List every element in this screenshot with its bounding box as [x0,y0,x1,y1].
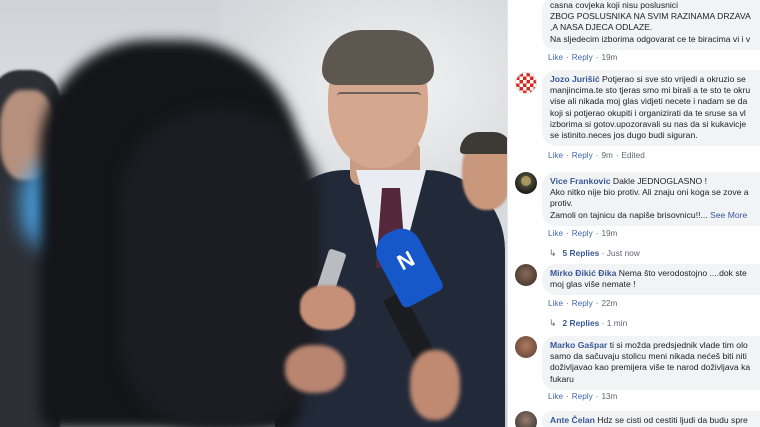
comment-text: Dakle JEDNOGLASNO ! [610,176,707,186]
reply-link[interactable]: Reply [572,299,593,308]
comment-text: Nema što verodostojno ....dok ste [616,268,747,278]
reply-link[interactable]: Reply [572,151,593,160]
comment-author[interactable]: Vice Frankovic [550,176,611,186]
see-more-link[interactable]: See More [710,210,747,220]
news-photo: VL N [0,0,507,427]
comment-text: samo da sačuvaju stolicu meni nikada neć… [550,351,747,362]
comment-text: Na sljedecim izborima odgovarat ce te bi… [550,33,751,44]
replies-count[interactable]: 5 Replies [563,248,600,258]
comment-text: izborima si gotov.upozoravali su nas da … [550,118,747,129]
comment-text: moj glas više nemate ! [550,279,636,290]
reporter-hand [285,345,345,393]
reply-link[interactable]: Reply [572,53,593,62]
comment-actions: Like · Reply · 22m [548,299,618,308]
view-replies[interactable]: ↳ 5 Replies · Just now [549,248,640,259]
comment-time[interactable]: 19m [601,53,617,62]
like-link[interactable]: Like [548,392,563,401]
avatar[interactable] [515,411,537,427]
comment-text: casna covjeka koji nisu poslusnici [550,0,679,10]
comment-actions: Like · Reply · 19m [548,229,618,238]
like-link[interactable]: Like [548,53,563,62]
comment-bubble: Jozo Jurišić Potjerao si sve sto vrijedi… [542,70,760,147]
like-link[interactable]: Like [548,229,563,238]
edited-label[interactable]: Edited [622,151,645,160]
avatar[interactable] [515,336,537,358]
comment-text: Hdz se cisti od cestiti ljudi da budu sp… [594,415,748,425]
comment-bubble: Marko Gašpar ti si možda predsjednik vla… [542,336,760,390]
comment-author[interactable]: Jozo Jurišić [550,74,600,84]
comment-bubble: Mirko Đikić Đika Nema što verodostojno .… [542,264,760,296]
comment-time[interactable]: 22m [601,299,617,308]
comment-text: manjincima.te sto tjeras smo mi birali a… [550,85,751,96]
comment-bubble: casna covjeka koji nisu poslusnici ZBOG … [542,0,760,50]
reporter-hand [300,285,355,330]
replies-count[interactable]: 2 Replies [563,318,600,328]
comment-text: doživljavao kao premijera više te narod … [550,362,751,373]
comment-author[interactable]: Ante Čelan [550,415,595,425]
replies-time: 1 min [606,318,628,328]
comment-actions: Like · Reply · 9m · Edited [548,151,645,160]
comment-bubble: Vice Frankovic Dakle JEDNOGLASNO ! Ako n… [542,172,760,226]
comment-actions: Like · Reply · 19m [548,53,618,62]
comment-author[interactable]: Marko Gašpar [550,340,607,350]
reply-arrow-icon: ↳ [549,248,557,258]
comment-text: koji si potjerao okupiti i organizirati … [550,107,746,118]
right-person-hair [460,132,507,154]
avatar[interactable] [515,72,537,94]
comment-text: se istinito.neces jos dugo budi siguran. [550,130,698,141]
comment-actions: Like · Reply · 13m [548,392,618,401]
avatar[interactable] [515,172,537,194]
comment-text: Potjerao si sve sto vrijedi a okruzio se [599,74,746,84]
comment-time[interactable]: 19m [601,229,617,238]
speaker-glasses [337,92,421,114]
comment-bubble: Ante Čelan Hdz se cisti od cestiti ljudi… [542,411,760,427]
comment-text: Zamoli on tajnicu da napiše brisovnicu!!… [550,209,708,220]
comment-text: vise ali nikada moj glas vidjeti necete … [550,96,748,107]
reporter-hand [410,350,460,420]
reply-link[interactable]: Reply [572,392,593,401]
like-link[interactable]: Like [548,299,563,308]
comment-time[interactable]: 13m [601,392,617,401]
comment-text: ti si možda predsjednik vlade tim olo [607,340,748,350]
comment-text: ZBOG POSLUSNIKA NA SVIM RAZINAMA DRZAVA [550,11,751,22]
view-replies[interactable]: ↳ 2 Replies · 1 min [549,318,627,329]
comment-time[interactable]: 9m [601,151,612,160]
comments-panel: casna covjeka koji nisu poslusnici ZBOG … [507,0,760,427]
comment-text: protiv. [550,198,573,209]
comment-text: ,A NASA DJECA ODLAZE. [550,22,653,33]
replies-time: Just now [606,248,640,258]
reply-link[interactable]: Reply [572,229,593,238]
comment-author[interactable]: Mirko Đikić Đika [550,268,616,278]
comment-text: Ako nitko nije bio protiv. Ali znaju oni… [550,187,749,198]
reply-arrow-icon: ↳ [549,318,557,328]
comment-text: fukaru [550,373,574,384]
avatar[interactable] [515,264,537,286]
speaker-hair [322,30,434,85]
like-link[interactable]: Like [548,151,563,160]
